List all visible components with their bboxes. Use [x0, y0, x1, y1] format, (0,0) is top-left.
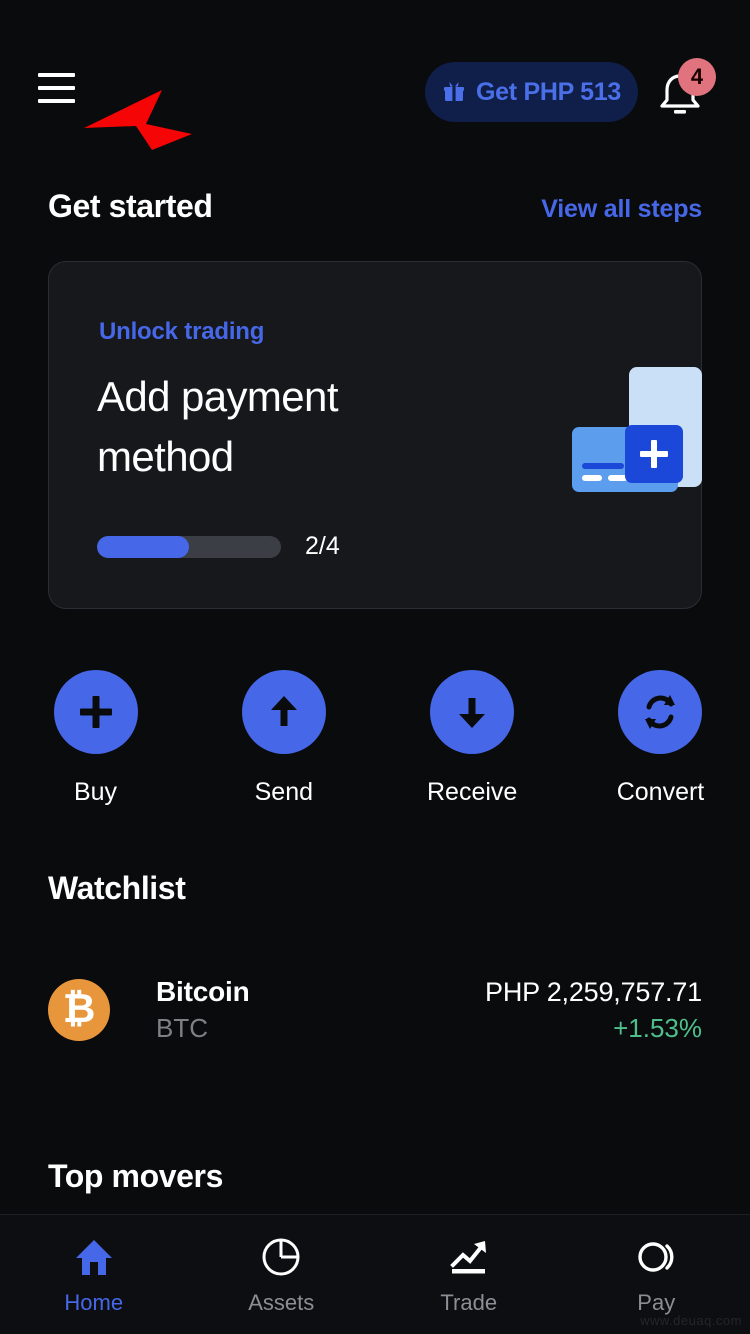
buy-action-button[interactable]: Buy — [48, 670, 143, 807]
get-php-promo-label: Get PHP 513 — [476, 77, 621, 106]
bitcoin-symbol: ₿ — [62, 987, 96, 1031]
onboarding-progress: 2/4 — [97, 532, 340, 561]
asset-values: PHP 2,259,757.71 +1.53% — [485, 977, 702, 1044]
top-movers-section-header: Top movers — [48, 1158, 702, 1195]
asset-price: PHP 2,259,757.71 — [485, 976, 702, 1007]
get-started-title: Get started — [48, 188, 213, 224]
bitcoin-logo-icon: ₿ — [48, 979, 110, 1041]
receive-action-button[interactable]: Receive — [425, 670, 520, 807]
nav-label-trade: Trade — [440, 1289, 498, 1315]
asset-change: +1.53% — [613, 1012, 702, 1043]
convert-action-label: Convert — [616, 778, 705, 806]
buy-action-label: Buy — [73, 778, 118, 806]
arrow-down-icon — [459, 698, 486, 728]
trending-up-icon — [446, 1234, 492, 1280]
pie-chart-icon — [258, 1234, 304, 1280]
notification-badge: 4 — [678, 58, 716, 96]
watchlist-section-header: Watchlist — [48, 870, 702, 907]
gift-icon — [444, 82, 465, 101]
notifications-button[interactable]: 4 — [650, 58, 716, 124]
nav-item-pay[interactable]: Pay — [563, 1215, 750, 1334]
send-action-label: Send — [254, 778, 314, 806]
asset-ticker: BTC — [156, 1013, 208, 1043]
plus-icon — [79, 696, 112, 728]
send-action-circle — [241, 670, 326, 754]
nav-item-assets[interactable]: Assets — [188, 1215, 376, 1334]
unlock-trading-card[interactable]: Unlock trading Add payment method 2/4 — [48, 261, 702, 609]
top-movers-title: Top movers — [48, 1158, 224, 1194]
hamburger-bar — [38, 86, 75, 90]
card-number-dash-long — [582, 463, 624, 469]
asset-name: Bitcoin — [156, 976, 250, 1007]
get-started-section-header: Get started View all steps — [48, 188, 702, 225]
nav-label-pay: Pay — [637, 1289, 676, 1315]
pay-signal-icon — [633, 1234, 679, 1280]
red-arrow-annotation-icon — [84, 90, 192, 150]
asset-names: Bitcoin BTC — [156, 976, 250, 1044]
bottom-navigation-bar: Home Assets Trade Pay www.deuaq.com — [0, 1214, 750, 1334]
watchlist-title: Watchlist — [48, 870, 186, 906]
hamburger-bar — [38, 99, 75, 103]
nav-item-home[interactable]: Home — [0, 1215, 188, 1334]
receive-action-circle — [430, 670, 515, 754]
hamburger-bar — [38, 73, 75, 77]
receive-action-label: Receive — [426, 778, 518, 806]
home-icon — [71, 1234, 117, 1280]
card-dash — [582, 475, 602, 481]
progress-track — [97, 535, 281, 558]
plus-badge-icon — [625, 425, 683, 483]
coinbase-home-screen: Get PHP 513 4 Get started View all steps… — [0, 0, 750, 1334]
add-card-illustration — [522, 367, 702, 507]
quick-actions-row: Buy Send Receive Convert — [48, 670, 708, 807]
app-header: Get PHP 513 4 — [0, 0, 750, 170]
promo-card-title: Add payment method — [97, 373, 338, 481]
get-php-promo-button[interactable]: Get PHP 513 — [425, 62, 638, 122]
watchlist-row-bitcoin[interactable]: ₿ Bitcoin BTC PHP 2,259,757.71 +1.53% — [48, 968, 702, 1052]
convert-action-button[interactable]: Convert — [613, 670, 708, 807]
view-all-steps-link[interactable]: View all steps — [541, 195, 702, 224]
hamburger-menu-icon[interactable] — [38, 73, 75, 103]
nav-item-trade[interactable]: Trade — [375, 1215, 563, 1334]
buy-action-circle — [53, 670, 138, 754]
promo-card-eyebrow: Unlock trading — [99, 318, 265, 345]
nav-label-home: Home — [64, 1289, 124, 1315]
refresh-cycle-icon — [645, 695, 676, 729]
progress-label: 2/4 — [305, 532, 340, 560]
send-action-button[interactable]: Send — [236, 670, 331, 807]
arrow-up-icon — [270, 696, 297, 726]
progress-fill — [97, 535, 189, 558]
nav-label-assets: Assets — [248, 1289, 315, 1315]
convert-action-circle — [618, 670, 703, 754]
